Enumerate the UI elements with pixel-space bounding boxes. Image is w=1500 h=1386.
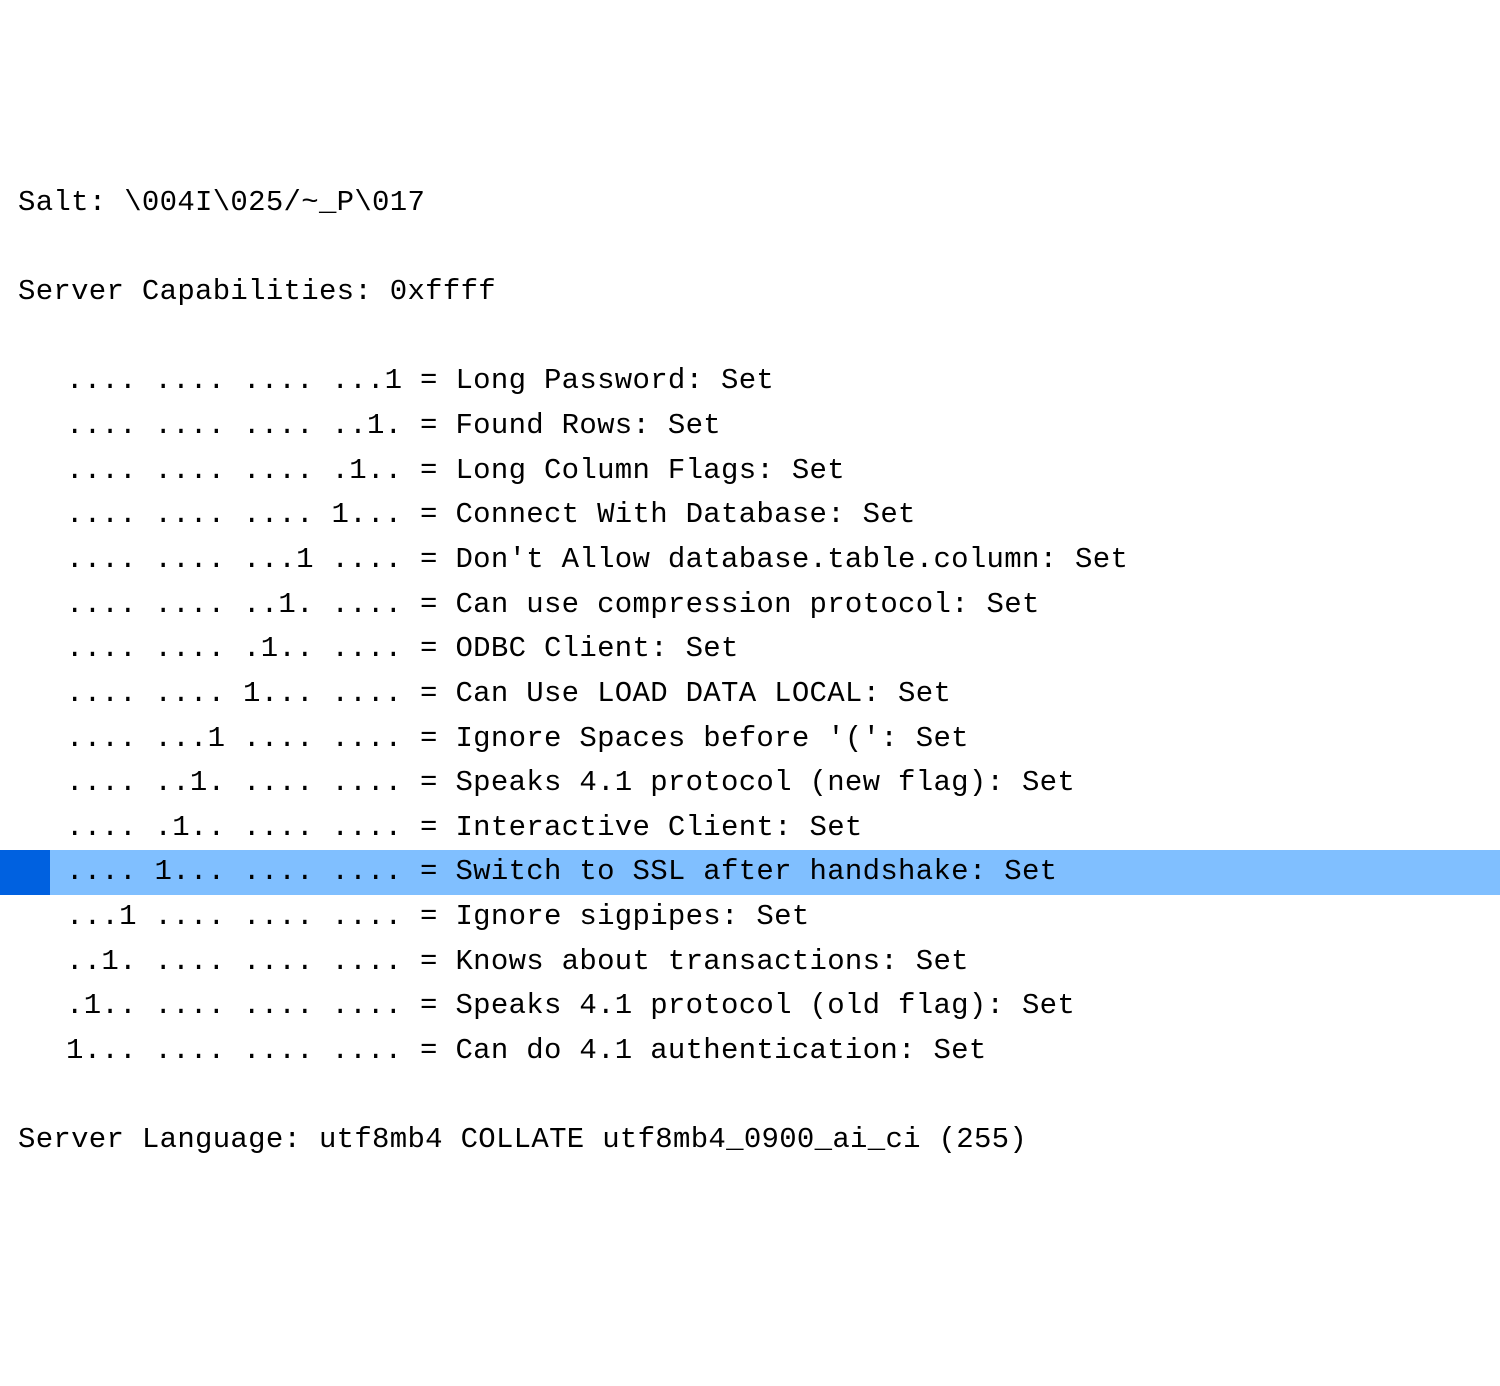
capability-flag-row[interactable]: .... .... ...1 .... = Don't Allow databa… bbox=[18, 538, 1500, 583]
capability-flag-row[interactable]: .1.. .... .... .... = Speaks 4.1 protoco… bbox=[18, 984, 1500, 1029]
capability-flag-row[interactable]: .... .... .... ...1 = Long Password: Set bbox=[18, 359, 1500, 404]
capability-flag-row[interactable]: .... .... 1... .... = Can Use LOAD DATA … bbox=[18, 672, 1500, 717]
capability-flag-row[interactable]: .... .... .... .1.. = Long Column Flags:… bbox=[18, 449, 1500, 494]
capability-flag-row[interactable]: ...1 .... .... .... = Ignore sigpipes: S… bbox=[18, 895, 1500, 940]
capability-flag-row[interactable]: .... ...1 .... .... = Ignore Spaces befo… bbox=[18, 717, 1500, 762]
capability-flag-row[interactable]: .... ..1. .... .... = Speaks 4.1 protoco… bbox=[18, 761, 1500, 806]
capability-flag-row[interactable]: .... 1... .... .... = Switch to SSL afte… bbox=[18, 850, 1500, 895]
salt-line: Salt: \004I\025/~_P\017 bbox=[18, 181, 1500, 226]
selection-indicator-bar bbox=[0, 850, 50, 895]
capability-flag-row[interactable]: .... .1.. .... .... = Interactive Client… bbox=[18, 806, 1500, 851]
capability-flags-list: .... .... .... ...1 = Long Password: Set… bbox=[18, 359, 1500, 1074]
capability-flag-row[interactable]: 1... .... .... .... = Can do 4.1 authent… bbox=[18, 1029, 1500, 1074]
capabilities-header: Server Capabilities: 0xffff bbox=[18, 270, 1500, 315]
capability-flag-row[interactable]: .... .... .... 1... = Connect With Datab… bbox=[18, 493, 1500, 538]
capability-flag-row[interactable]: .... .... ..1. .... = Can use compressio… bbox=[18, 583, 1500, 628]
server-language-line: Server Language: utf8mb4 COLLATE utf8mb4… bbox=[18, 1118, 1500, 1163]
capability-flag-row[interactable]: .... .... .... ..1. = Found Rows: Set bbox=[18, 404, 1500, 449]
capability-flag-row[interactable]: .... .... .1.. .... = ODBC Client: Set bbox=[18, 627, 1500, 672]
capability-flag-row[interactable]: ..1. .... .... .... = Knows about transa… bbox=[18, 940, 1500, 985]
capability-flag-text: .... 1... .... .... = Switch to SSL afte… bbox=[66, 855, 1057, 888]
